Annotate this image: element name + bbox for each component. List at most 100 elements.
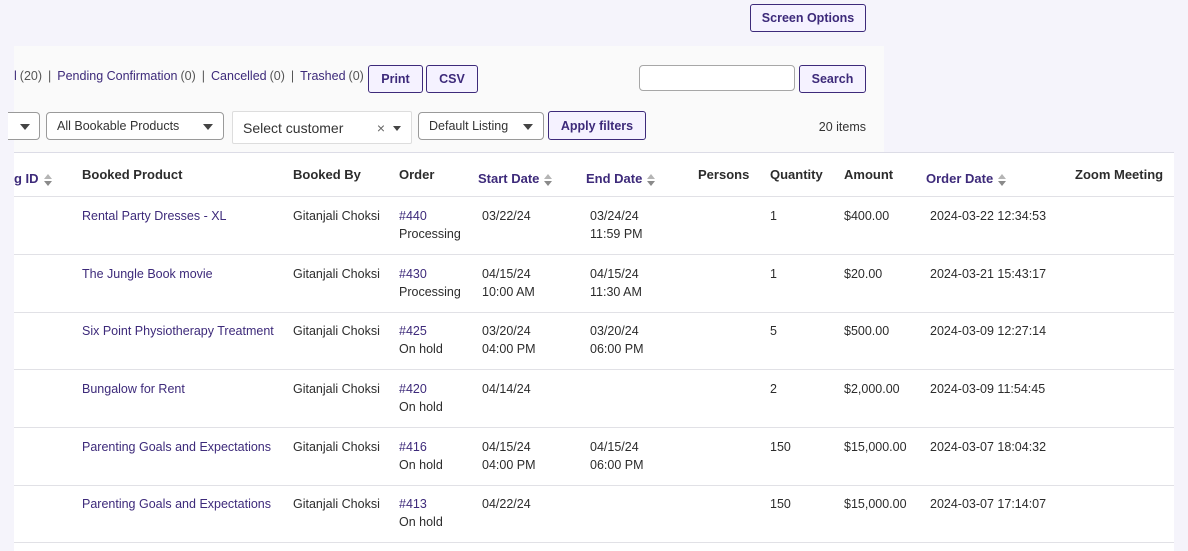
amount-cell-amount: $500.00 (844, 324, 890, 338)
end-date-cell-end-time: 06:00 PM (590, 342, 644, 356)
end-date-cell: 04/15/24 06:00 PM (590, 438, 644, 474)
status-count-all: (20) (19, 69, 43, 83)
column-header-label: g ID (14, 171, 39, 186)
booked-product-link[interactable]: Rental Party Dresses - XL (82, 207, 227, 225)
search-input[interactable] (639, 65, 795, 91)
order-link[interactable]: #440 (399, 207, 461, 225)
status-link-pending-confirmation[interactable]: Pending Confirmation (57, 69, 177, 83)
order-cell: #420 On hold (399, 380, 443, 416)
end-date-cell-end-time: 06:00 PM (590, 458, 644, 472)
booked-by-cell-booked-by: Gitanjali Choksi (293, 209, 380, 223)
order-date-cell: 2024-03-09 11:54:45 (930, 380, 1045, 398)
products-filter-value: All Bookable Products (57, 119, 180, 133)
end-date-cell-end-time: 11:30 AM (590, 285, 642, 299)
print-button[interactable]: Print (368, 65, 423, 93)
start-date-cell-start-date: 03/20/24 (482, 324, 531, 338)
column-header-label: Order (399, 167, 435, 182)
column-header-start-date[interactable]: Start Date (478, 171, 553, 187)
booked-product-link[interactable]: Parenting Goals and Expectations (82, 495, 271, 513)
customer-filter-select[interactable]: Select customer × (232, 111, 412, 144)
status-link-trashed[interactable]: Trashed (300, 69, 345, 83)
column-header-label: Persons (698, 167, 750, 182)
status-count-pending: (0) (180, 69, 196, 83)
start-date-cell: 04/22/24 (482, 495, 531, 513)
amount-cell-amount: $2,000.00 (844, 382, 900, 396)
column-header-label: Zoom Meeting (1075, 167, 1164, 182)
order-link[interactable]: #413 (399, 495, 443, 513)
chevron-down-icon (20, 124, 30, 130)
search-button[interactable]: Search (799, 65, 866, 93)
separator: | (290, 69, 295, 83)
column-header-zoom-meeting: Zoom Meeting (1075, 167, 1163, 182)
booked-product-link[interactable]: The Jungle Book movie (82, 265, 213, 283)
booked-product-link[interactable]: Parenting Goals and Expectations (82, 438, 271, 456)
booked-by-cell: Gitanjali Choksi (293, 322, 380, 340)
start-date-cell-start-date: 04/22/24 (482, 497, 531, 511)
order-status: On hold (399, 458, 443, 472)
sort-icon[interactable] (43, 173, 52, 187)
order-status: Processing (399, 227, 461, 241)
column-header-booked-by: Booked By (293, 167, 361, 182)
column-header-label: Booked Product (82, 167, 183, 182)
order-cell: #416 On hold (399, 438, 443, 474)
start-date-cell-start-time: 04:00 PM (482, 458, 536, 472)
column-header-label: Amount (844, 167, 894, 182)
status-link-all[interactable]: l (14, 69, 17, 83)
booked-by-cell-booked-by: Gitanjali Choksi (293, 497, 380, 511)
filter-select-first[interactable] (8, 112, 40, 140)
amount-cell: $2,000.00 (844, 380, 900, 398)
booked-by-cell-booked-by: Gitanjali Choksi (293, 324, 380, 338)
sort-icon[interactable] (544, 173, 553, 187)
end-date-cell-end-date: 03/20/24 (590, 324, 639, 338)
sort-icon[interactable] (647, 173, 656, 187)
amount-cell: $15,000.00 (844, 495, 907, 513)
csv-export-button[interactable]: CSV (426, 65, 478, 93)
quantity-cell: 150 (770, 495, 791, 513)
start-date-cell: 04/14/24 (482, 380, 531, 398)
table-row: Parenting Goals and Expectations Gitanjal… (14, 428, 1174, 486)
order-date-cell-order-date: 2024-03-07 18:04:32 (930, 440, 1047, 454)
bookings-table: g ID Booked Product Booked By Order Start Da… (14, 152, 1174, 551)
booked-by-cell-booked-by: Gitanjali Choksi (293, 440, 380, 454)
start-date-cell-start-date: 04/15/24 (482, 440, 531, 454)
booked-by-cell: Gitanjali Choksi (293, 265, 380, 283)
order-date-cell: 2024-03-07 17:14:07 (930, 495, 1046, 513)
screen-options-button[interactable]: Screen Options (750, 4, 866, 32)
clear-icon[interactable]: × (377, 120, 385, 136)
apply-filters-button[interactable]: Apply filters (548, 111, 646, 140)
customer-filter-placeholder: Select customer (243, 119, 344, 136)
end-date-cell-end-time: 11:59 PM (590, 227, 643, 241)
column-header-end-date[interactable]: End Date (586, 171, 656, 187)
quantity-cell: 2 (770, 380, 777, 398)
status-count-cancelled: (0) (269, 69, 285, 83)
order-date-cell: 2024-03-09 12:27:14 (930, 322, 1046, 340)
order-date-cell-order-date: 2024-03-09 12:27:14 (930, 324, 1047, 338)
order-link[interactable]: #416 (399, 438, 443, 456)
start-date-cell-start-date: 04/14/24 (482, 382, 531, 396)
start-date-cell: 03/22/24 (482, 207, 531, 225)
order-date-cell: 2024-03-22 12:34:53 (930, 207, 1046, 225)
booked-product-link: Six Point Physiotherapy Treatment (82, 322, 274, 340)
order-link[interactable]: #430 (399, 265, 461, 283)
products-filter-select[interactable]: All Bookable Products (46, 112, 224, 140)
status-count-trashed: (0) (348, 69, 364, 83)
booked-by-cell: Gitanjali Choksi (293, 438, 380, 456)
order-cell: #425 On hold (399, 322, 443, 358)
table-row: The Jungle Book movie Gitanjali Choksi #43… (14, 255, 1174, 313)
quantity-cell-quantity: 2 (770, 382, 777, 396)
chevron-down-icon (523, 124, 533, 130)
order-link[interactable]: #420 (399, 380, 443, 398)
end-date-cell-end-date: 04/15/24 (590, 440, 639, 454)
status-link-cancelled[interactable]: Cancelled (211, 69, 267, 83)
quantity-cell: 1 (770, 265, 777, 283)
start-date-cell: 04/15/24 04:00 PM (482, 438, 536, 474)
order-link[interactable]: #425 (399, 322, 443, 340)
column-header-label: End Date (586, 171, 643, 186)
booked-product-link[interactable]: Bungalow for Rent (82, 380, 185, 398)
column-header-booking-id[interactable]: g ID (14, 171, 52, 187)
booked-by-cell: Gitanjali Choksi (293, 380, 380, 398)
sort-icon[interactable] (998, 173, 1007, 187)
booked-product-link[interactable]: Six Point Physiotherapy Treatment (82, 322, 274, 340)
listing-filter-select[interactable]: Default Listing (418, 112, 544, 140)
column-header-order-date[interactable]: Order Date (926, 171, 1007, 187)
